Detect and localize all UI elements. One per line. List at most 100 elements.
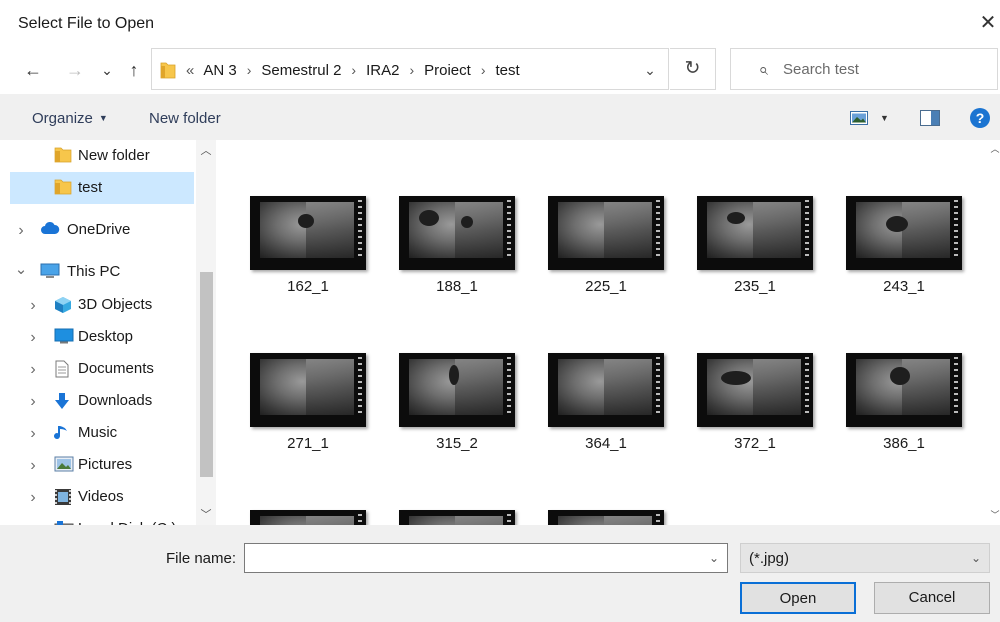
nav-item-videos[interactable]: › Videos <box>10 481 194 513</box>
file-name-input[interactable] <box>244 543 728 573</box>
file-tile[interactable]: 235_1 <box>689 140 813 295</box>
chevron-right-icon[interactable]: › <box>351 62 356 78</box>
chevron-right-icon[interactable]: › <box>26 489 40 507</box>
file-name-label: File name: <box>166 550 237 567</box>
chevron-right-icon[interactable]: › <box>26 457 40 475</box>
close-icon[interactable]: ✕ <box>976 10 1000 36</box>
nav-item-new-folder[interactable]: New folder <box>10 140 194 172</box>
folder-icon <box>54 147 72 163</box>
chevron-right-icon[interactable]: › <box>26 425 40 443</box>
new-folder-button[interactable]: New folder <box>149 110 221 127</box>
recent-locations-chevron-icon[interactable]: ⌄ <box>96 58 118 82</box>
image-thumbnail <box>250 353 366 427</box>
chevron-right-icon[interactable]: › <box>481 62 486 78</box>
nav-item-downloads[interactable]: › Downloads <box>10 385 194 417</box>
forward-arrow-icon[interactable]: → <box>64 58 86 82</box>
nav-item-documents[interactable]: › Documents <box>10 353 194 385</box>
search-placeholder: Search test <box>783 61 859 78</box>
file-tile[interactable] <box>242 454 366 525</box>
scroll-up-icon[interactable]: ︿ <box>985 142 1000 155</box>
nav-item-3d-objects[interactable]: › 3D Objects <box>10 289 194 321</box>
breadcrumb-item-ira2[interactable]: IRA2 <box>365 62 400 79</box>
scroll-up-icon[interactable]: ︿ <box>196 142 216 158</box>
nav-pane-scrollbar[interactable]: ︿ ﹀ <box>196 140 216 525</box>
preview-pane-icon[interactable] <box>920 110 940 126</box>
help-icon[interactable]: ? <box>970 108 990 128</box>
image-thumbnail <box>697 196 813 270</box>
file-name-label: 271_1 <box>287 435 329 452</box>
change-view-icon[interactable] <box>850 111 868 125</box>
nav-item-pictures[interactable]: › Pictures <box>10 449 194 481</box>
chevron-right-icon[interactable]: › <box>247 62 252 78</box>
image-thumbnail <box>548 510 664 525</box>
file-type-dropdown-icon[interactable]: ⌄ <box>968 548 984 568</box>
file-name-label: 372_1 <box>734 435 776 452</box>
nav-item-label: Desktop <box>78 328 134 345</box>
file-name-label: 243_1 <box>883 278 925 295</box>
search-input[interactable] <box>730 48 998 90</box>
open-button[interactable]: Open <box>740 582 856 614</box>
breadcrumb: « AN 3 › Semestrul 2 › IRA2 › Proiect › … <box>160 58 521 82</box>
nav-item-onedrive[interactable]: › OneDrive <box>10 214 194 246</box>
file-tile[interactable]: 162_1 <box>242 140 366 295</box>
chevron-right-icon[interactable]: › <box>26 297 40 315</box>
chevron-right-icon[interactable]: › <box>409 62 414 78</box>
file-name-label: 386_1 <box>883 435 925 452</box>
file-tile[interactable]: 188_1 <box>391 140 515 295</box>
scroll-down-icon[interactable]: ﹀ <box>985 508 1000 521</box>
chevron-right-icon[interactable]: › <box>26 393 40 411</box>
up-arrow-icon[interactable]: ↑ <box>123 58 145 82</box>
breadcrumb-item-semestrul2[interactable]: Semestrul 2 <box>260 62 342 79</box>
folder-icon <box>54 179 72 195</box>
nav-item-test[interactable]: test <box>10 172 194 204</box>
file-tile[interactable] <box>540 454 664 525</box>
image-thumbnail <box>548 196 664 270</box>
file-tile[interactable]: 225_1 <box>540 140 664 295</box>
nav-item-label: 3D Objects <box>78 296 153 313</box>
file-tile[interactable] <box>391 454 515 525</box>
breadcrumb-item-an3[interactable]: AN 3 <box>202 62 237 79</box>
image-thumbnail <box>697 353 813 427</box>
nav-item-desktop[interactable]: › Desktop <box>10 321 194 353</box>
image-thumbnail <box>399 196 515 270</box>
nav-item-music[interactable]: › Music <box>10 417 194 449</box>
image-thumbnail <box>399 510 515 525</box>
file-tile[interactable]: 386_1 <box>838 297 962 452</box>
nav-scroll-thumb[interactable] <box>200 272 213 477</box>
file-tile[interactable]: 271_1 <box>242 297 366 452</box>
nav-item-label: Downloads <box>78 392 153 409</box>
nav-item-label: OneDrive <box>67 221 131 238</box>
organize-button[interactable]: Organize ▼ <box>32 110 108 127</box>
nav-item-label: Videos <box>78 488 124 505</box>
navigation-pane[interactable]: New folder test › OneDrive ⌄ This PC › 3D Objec… <box>0 140 216 525</box>
address-dropdown-icon[interactable]: ⌄ <box>640 58 660 82</box>
breadcrumb-item-test[interactable]: test <box>494 62 520 79</box>
nav-item-label: Music <box>78 424 118 441</box>
chevron-right-icon[interactable]: › <box>26 329 40 347</box>
scroll-down-icon[interactable]: ﹀ <box>196 506 216 522</box>
file-list-view[interactable]: 162_1 188_1 225_1 235_1 243_1 271_1 315_2 364_1… <box>216 140 990 525</box>
breadcrumb-item-proiect[interactable]: Proiect <box>423 62 472 79</box>
nav-item-label: test <box>78 179 103 196</box>
file-list-scrollbar[interactable]: ︿ ﹀ <box>990 140 1000 525</box>
nav-item-label: New folder <box>78 147 150 164</box>
nav-item-this-pc[interactable]: ⌄ This PC <box>10 256 194 288</box>
image-thumbnail <box>250 196 366 270</box>
organize-label: Organize <box>32 110 93 127</box>
file-tile[interactable]: 243_1 <box>838 140 962 295</box>
view-options-caret-icon[interactable]: ▼ <box>880 113 889 123</box>
nav-item-local-disk-c[interactable]: ›Local Disk (C:) <box>10 513 194 525</box>
breadcrumb-overflow[interactable]: « <box>186 62 194 79</box>
back-arrow-icon[interactable]: ← <box>22 58 44 82</box>
file-tile[interactable]: 372_1 <box>689 297 813 452</box>
file-tile[interactable]: 364_1 <box>540 297 664 452</box>
chevron-right-icon[interactable]: › <box>14 222 28 240</box>
refresh-icon[interactable]: ↻ <box>670 48 716 90</box>
music-icon <box>54 424 72 440</box>
chevron-right-icon[interactable]: › <box>26 361 40 379</box>
cancel-button[interactable]: Cancel <box>874 582 990 614</box>
nav-item-label: Pictures <box>78 456 133 473</box>
file-name-dropdown-icon[interactable]: ⌄ <box>704 548 724 568</box>
chevron-down-icon[interactable]: ⌄ <box>14 260 28 278</box>
file-tile[interactable]: 315_2 <box>391 297 515 452</box>
